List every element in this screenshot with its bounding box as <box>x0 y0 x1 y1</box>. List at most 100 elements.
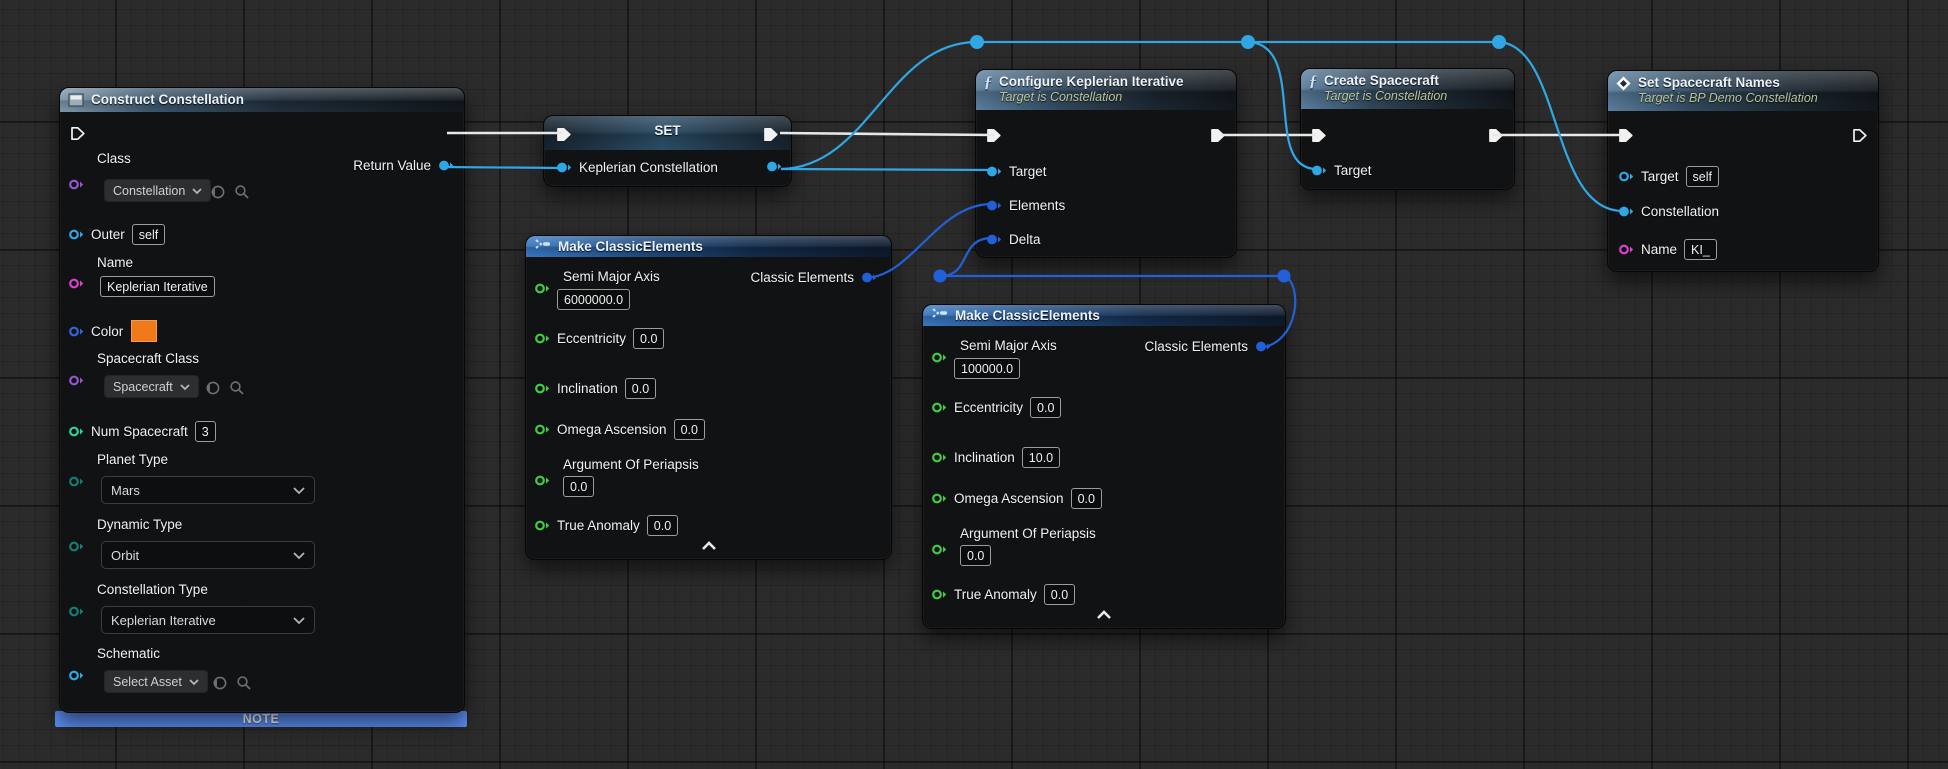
omega-ascension-field[interactable]: 0.0 <box>674 419 705 440</box>
name-value-field[interactable]: Keplerian Iterative <box>100 276 215 297</box>
name-pin[interactable] <box>1618 243 1634 256</box>
node-set-keplerian-constellation[interactable]: SET Keplerian Constellation <box>543 115 792 187</box>
exec-out-pin[interactable] <box>1852 128 1868 143</box>
outer-pin[interactable] <box>68 228 84 241</box>
outer-value-field[interactable]: self <box>132 224 165 245</box>
search-icon[interactable] <box>236 675 252 691</box>
blueprint-graph-canvas[interactable]: Construct Constellation Return Value Cla… <box>0 0 1948 769</box>
exec-in-pin[interactable] <box>1311 128 1327 143</box>
target-value-field[interactable]: self <box>1686 166 1719 187</box>
inclination-pin[interactable] <box>534 382 550 395</box>
planet-type-dropdown[interactable]: Mars <box>101 476 315 504</box>
search-icon[interactable] <box>229 380 245 396</box>
node-create-spacecraft[interactable]: ƒ Create Spacecraft Target is Constellat… <box>1300 68 1515 190</box>
target-pin[interactable] <box>1311 164 1327 177</box>
node-header[interactable]: Make ClassicElements <box>526 236 891 257</box>
node-header[interactable]: Set Spacecraft Names Target is BP Demo C… <box>1608 71 1878 111</box>
planet-type-pin[interactable] <box>68 475 84 488</box>
schematic-asset-picker[interactable]: Select Asset <box>104 670 208 693</box>
semi-major-axis-field[interactable]: 100000.0 <box>954 358 1020 379</box>
dynamic-type-dropdown[interactable]: Orbit <box>101 541 315 569</box>
classic-elements-label: Classic Elements <box>1144 339 1248 354</box>
spacecraft-class-label: Spacecraft Class <box>97 351 199 366</box>
node-construct-constellation[interactable]: Construct Constellation Return Value Cla… <box>59 87 465 713</box>
spacecraft-class-picker-value: Spacecraft <box>113 380 173 394</box>
class-picker[interactable]: Constellation <box>104 179 211 202</box>
event-diamond-icon <box>1616 76 1631 96</box>
num-spacecraft-pin[interactable] <box>68 425 84 438</box>
exec-out-pin[interactable] <box>1488 128 1504 143</box>
node-header[interactable]: ƒ Create Spacecraft Target is Constellat… <box>1301 69 1514 109</box>
variable-out-pin[interactable] <box>766 160 782 173</box>
argument-of-periapsis-pin[interactable] <box>534 474 550 487</box>
elements-pin[interactable] <box>986 199 1002 212</box>
eccentricity-field[interactable]: 0.0 <box>1030 397 1061 418</box>
chevron-down-icon <box>192 184 202 198</box>
eccentricity-pin[interactable] <box>931 401 947 414</box>
color-swatch[interactable] <box>130 319 158 343</box>
semi-major-axis-pin[interactable] <box>931 351 947 364</box>
argument-of-periapsis-field[interactable]: 0.0 <box>563 476 594 497</box>
reset-icon[interactable] <box>210 184 226 200</box>
node-set-spacecraft-names[interactable]: Set Spacecraft Names Target is BP Demo C… <box>1607 70 1879 272</box>
constellation-pin[interactable] <box>1618 205 1634 218</box>
omega-ascension-pin[interactable] <box>534 423 550 436</box>
num-spacecraft-field[interactable]: 3 <box>195 421 216 442</box>
return-value-pin[interactable] <box>438 159 454 172</box>
semi-major-axis-pin[interactable] <box>534 282 550 295</box>
node-header[interactable]: Make ClassicElements <box>923 305 1285 326</box>
function-icon: ƒ <box>984 75 992 91</box>
true-anomaly-field[interactable]: 0.0 <box>647 515 678 536</box>
exec-in-pin[interactable] <box>1618 128 1634 143</box>
node-subtitle: Target is Constellation <box>999 90 1184 105</box>
return-value-label: Return Value <box>353 158 431 173</box>
search-icon[interactable] <box>234 184 250 200</box>
classic-elements-out-pin[interactable] <box>861 271 877 284</box>
chevron-up-icon[interactable] <box>1095 608 1113 620</box>
node-header[interactable]: ƒ Configure Keplerian Iterative Target i… <box>976 70 1236 110</box>
constellation-type-pin[interactable] <box>68 605 84 618</box>
reset-icon[interactable] <box>212 675 228 691</box>
target-pin[interactable] <box>986 165 1002 178</box>
spacecraft-class-pin[interactable] <box>68 374 84 387</box>
classic-elements-out-pin[interactable] <box>1255 340 1271 353</box>
node-header[interactable]: Construct Constellation <box>60 88 464 112</box>
planet-type-label: Planet Type <box>97 452 168 467</box>
eccentricity-pin[interactable] <box>534 332 550 345</box>
target-pin[interactable] <box>1618 170 1634 183</box>
true-anomaly-pin[interactable] <box>534 519 550 532</box>
outer-label: Outer <box>91 227 125 242</box>
argument-of-periapsis-pin[interactable] <box>931 543 947 556</box>
reroute-node <box>970 35 984 49</box>
omega-ascension-pin[interactable] <box>931 492 947 505</box>
exec-in-pin[interactable] <box>70 126 86 141</box>
dynamic-type-pin[interactable] <box>68 540 84 553</box>
node-configure-keplerian-iterative[interactable]: ƒ Configure Keplerian Iterative Target i… <box>975 69 1237 258</box>
exec-in-pin[interactable] <box>986 128 1002 143</box>
delta-pin[interactable] <box>986 233 1002 246</box>
chevron-up-icon[interactable] <box>700 539 718 551</box>
name-value-field[interactable]: KI_ <box>1684 239 1717 260</box>
variable-in-pin[interactable] <box>556 161 572 174</box>
inclination-pin[interactable] <box>931 451 947 464</box>
spacecraft-class-picker[interactable]: Spacecraft <box>104 375 199 398</box>
true-anomaly-field[interactable]: 0.0 <box>1044 584 1075 605</box>
exec-out-pin[interactable] <box>1210 128 1226 143</box>
inclination-field[interactable]: 0.0 <box>625 378 656 399</box>
true-anomaly-pin[interactable] <box>931 588 947 601</box>
class-pin[interactable] <box>68 178 84 191</box>
exec-out-pin[interactable] <box>763 127 779 142</box>
color-pin[interactable] <box>68 325 84 338</box>
schematic-pin[interactable] <box>68 669 84 682</box>
semi-major-axis-field[interactable]: 6000000.0 <box>557 289 630 310</box>
name-pin[interactable] <box>68 277 84 290</box>
node-make-classic-elements-1[interactable]: Make ClassicElements Semi Major Axis 600… <box>525 235 892 560</box>
argument-of-periapsis-field[interactable]: 0.0 <box>960 545 991 566</box>
omega-ascension-field[interactable]: 0.0 <box>1071 488 1102 509</box>
exec-in-pin[interactable] <box>556 127 572 142</box>
node-make-classic-elements-2[interactable]: Make ClassicElements Semi Major Axis 100… <box>922 304 1286 629</box>
reset-icon[interactable] <box>205 380 221 396</box>
inclination-field[interactable]: 10.0 <box>1022 447 1060 468</box>
eccentricity-field[interactable]: 0.0 <box>633 328 664 349</box>
constellation-type-dropdown[interactable]: Keplerian Iterative <box>101 606 315 634</box>
